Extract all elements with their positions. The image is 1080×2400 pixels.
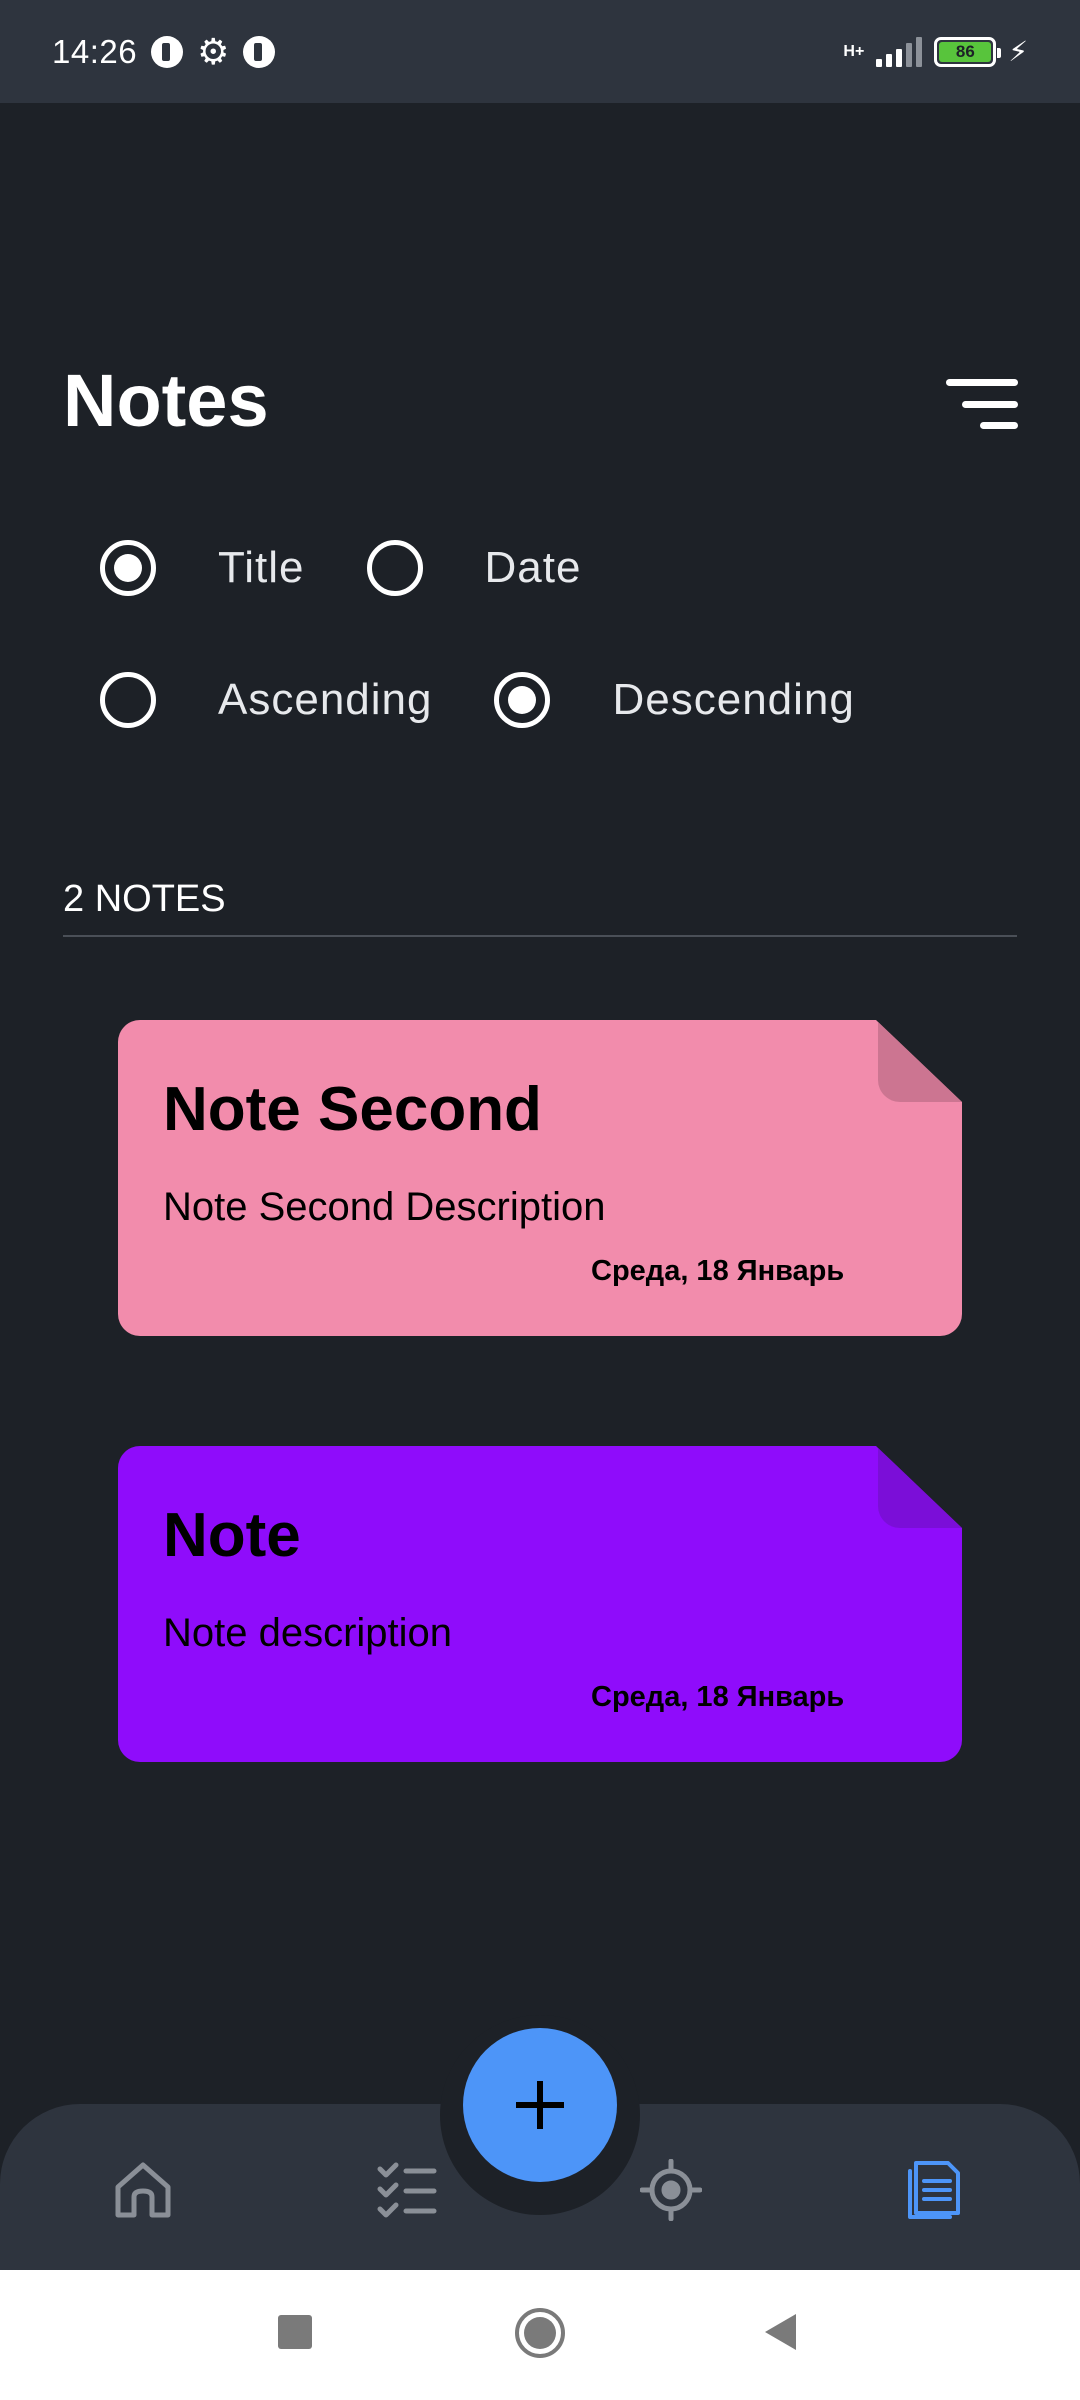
app-notification-icon — [243, 35, 276, 68]
gear-icon: ⚙ — [197, 30, 230, 72]
recents-icon — [278, 2315, 312, 2349]
status-bar: 14:26 ⚙ H+ 86 ⚡ — [0, 0, 1080, 103]
app-notification-icon — [151, 35, 184, 68]
note-description: Note description — [163, 1611, 453, 1655]
radio-label: Descending — [612, 675, 855, 724]
system-navigation-bar — [0, 2270, 1080, 2400]
nav-tasks[interactable] — [372, 2155, 442, 2225]
status-system-icons: H+ 86 ⚡ — [843, 35, 1028, 68]
page-title: Notes — [63, 359, 269, 442]
status-time: 14:26 — [52, 32, 138, 70]
note-date: Среда, 18 Январь — [591, 1681, 845, 1713]
note-description: Note Second Description — [163, 1185, 606, 1229]
note-title: Note Second — [163, 1075, 542, 1144]
nav-home[interactable] — [108, 2155, 178, 2225]
sort-icon — [962, 400, 1018, 408]
add-note-button[interactable] — [463, 2028, 617, 2182]
nav-location[interactable] — [636, 2155, 706, 2225]
network-type: H+ — [843, 42, 865, 60]
radio-ascending[interactable]: Ascending — [100, 672, 432, 728]
status-notification-icons: ⚙ — [151, 30, 276, 72]
notes-count: 2 NOTES — [63, 878, 226, 920]
note-date: Среда, 18 Январь — [591, 1255, 845, 1287]
note-title: Note — [163, 1501, 301, 1570]
charging-icon: ⚡ — [1008, 36, 1028, 67]
note-card[interactable]: Note Note description Среда, 18 Январь — [118, 1446, 962, 1762]
radio-label: Ascending — [218, 675, 433, 724]
checklist-icon — [377, 2162, 437, 2218]
notes-icon — [908, 2161, 960, 2219]
radio-descending[interactable]: Descending — [494, 672, 854, 728]
note-card[interactable]: Note Second Note Second Description Сред… — [118, 1020, 962, 1336]
radio-label: Title — [218, 543, 305, 592]
crosshair-icon — [640, 2159, 702, 2221]
radio-button[interactable] — [366, 540, 423, 596]
signal-icon — [876, 36, 923, 67]
note-fold-corner — [878, 1446, 962, 1528]
radio-button[interactable] — [100, 672, 156, 728]
recents-button[interactable] — [277, 2314, 313, 2355]
sort-menu-button[interactable] — [946, 379, 1018, 429]
battery-level: 86 — [939, 41, 992, 62]
divider — [63, 935, 1017, 937]
note-fold-corner — [878, 1020, 962, 1102]
plus-icon — [516, 2081, 564, 2129]
radio-button-checked[interactable] — [100, 540, 156, 596]
radio-button-checked[interactable] — [494, 672, 551, 728]
radio-date[interactable]: Date — [366, 540, 582, 596]
back-icon — [765, 2314, 796, 2350]
back-button[interactable] — [762, 2312, 798, 2357]
home-system-button[interactable] — [514, 2307, 566, 2364]
sort-icon — [946, 379, 1018, 386]
radio-title[interactable]: Title — [100, 540, 305, 596]
battery-icon: 86 — [934, 36, 1002, 67]
home-circle-icon — [515, 2308, 565, 2358]
sort-order-group: Ascending Descending — [100, 672, 855, 728]
sort-field-group: Title Date — [100, 540, 581, 596]
sort-icon — [980, 422, 1018, 429]
radio-label: Date — [484, 543, 582, 592]
home-icon — [115, 2162, 171, 2218]
nav-notes[interactable] — [900, 2155, 970, 2225]
